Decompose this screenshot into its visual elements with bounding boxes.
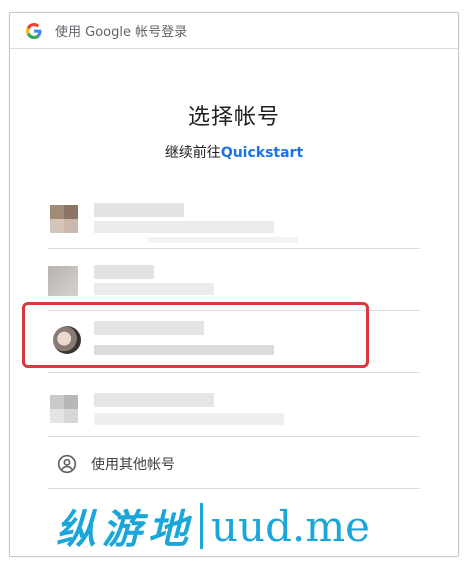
signin-header: 使用 Google 帐号登录 <box>10 13 458 49</box>
google-logo-icon <box>26 22 42 39</box>
watermark-en: uud.me <box>211 501 371 551</box>
account-name-blurred <box>94 203 184 217</box>
page-title: 选择帐号 <box>187 105 280 130</box>
avatar <box>50 395 64 409</box>
signin-dialog: 使用 Google 帐号登录 选择帐号 继续前往Quickstart 使用其他帐… <box>9 12 459 557</box>
subtitle-prefix: 继续前往 <box>164 145 221 161</box>
watermark: 纵游地 uud.me <box>56 500 371 554</box>
account-item[interactable] <box>48 375 420 437</box>
avatar <box>50 205 64 219</box>
use-other-account-label: 使用其他帐号 <box>91 457 175 473</box>
account-email-blurred <box>94 413 284 425</box>
account-item[interactable] <box>48 187 420 249</box>
avatar <box>48 266 78 296</box>
account-name-blurred <box>94 265 154 279</box>
watermark-cn: 纵游地 <box>56 506 194 553</box>
highlight-box <box>22 302 369 368</box>
account-email-blurred <box>94 221 274 233</box>
use-other-account-button[interactable]: 使用其他帐号 <box>48 439 420 489</box>
person-circle-icon <box>57 454 77 474</box>
subtitle: 继续前往Quickstart <box>10 142 458 162</box>
watermark-divider <box>200 503 203 549</box>
account-email-blurred <box>94 283 214 295</box>
app-name-link[interactable]: Quickstart <box>221 145 303 161</box>
account-name-blurred <box>94 393 214 407</box>
header-text: 使用 Google 帐号登录 <box>55 25 188 40</box>
